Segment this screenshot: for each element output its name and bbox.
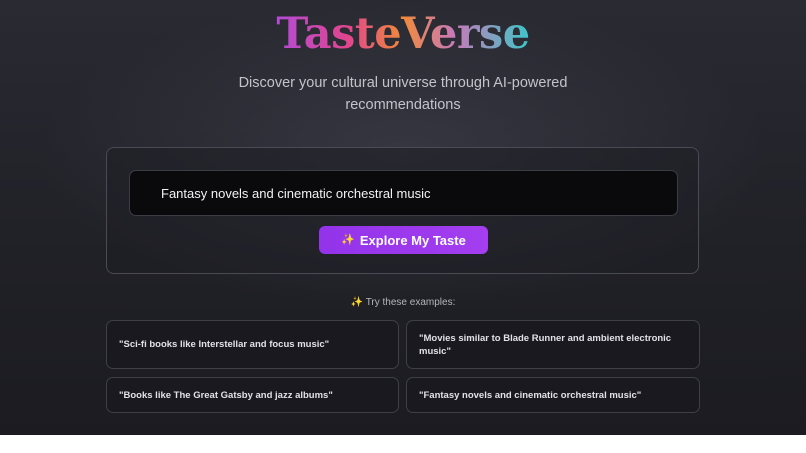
example-prompt-card[interactable]: "Sci-fi books like Interstellar and focu… (106, 320, 399, 369)
sparkles-icon: ✨ (350, 297, 364, 308)
example-prompt-text: "Fantasy novels and cinematic orchestral… (419, 389, 642, 401)
taste-search-input[interactable] (130, 170, 677, 216)
example-prompt-card[interactable]: "Fantasy novels and cinematic orchestral… (406, 377, 700, 413)
sparkle-icon: ✨ (341, 233, 355, 246)
logo-text: TasteVerse (276, 9, 530, 59)
search-field-container (129, 170, 678, 216)
examples-heading-label: Try these examples: (365, 297, 456, 308)
example-prompt-text: "Sci-fi books like Interstellar and focu… (119, 339, 330, 350)
example-prompt-card[interactable]: "Movies similar to Blade Runner and ambi… (406, 320, 700, 369)
app-logo: TasteVerse (0, 8, 806, 60)
examples-heading: ✨ Try these examples: (0, 296, 806, 310)
explore-button-label: Explore My Taste (359, 232, 466, 248)
example-prompt-text: "Movies similar to Blade Runner and ambi… (419, 332, 672, 357)
explore-my-taste-button[interactable]: ✨ Explore My Taste (319, 226, 488, 254)
search-card: ✨ Explore My Taste (106, 147, 699, 274)
page-subtitle: Discover your cultural universe through … (238, 75, 568, 113)
example-prompt-card[interactable]: "Books like The Great Gatsby and jazz al… (106, 377, 399, 413)
page: TasteVerse Discover your cultural univer… (0, 0, 806, 435)
example-prompt-text: "Books like The Great Gatsby and jazz al… (119, 389, 333, 401)
